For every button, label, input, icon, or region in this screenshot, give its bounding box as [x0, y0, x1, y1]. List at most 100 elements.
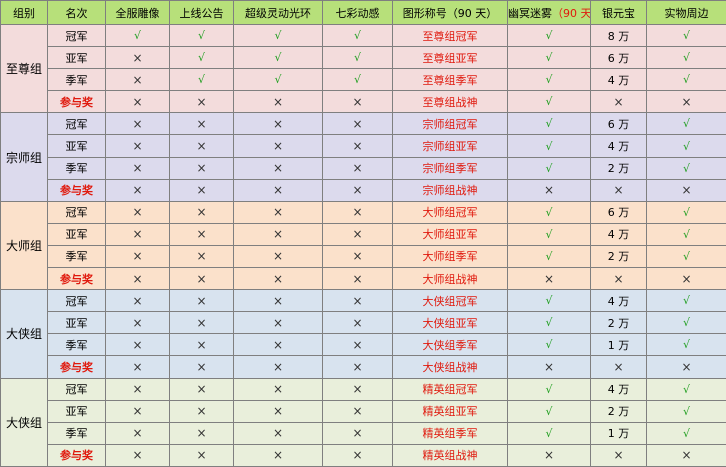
- header-mist: 幽冥迷雾（90 天）: [507, 0, 591, 25]
- rank-cell: 参与奖: [47, 90, 106, 114]
- silver-cell: 4 万: [590, 68, 647, 92]
- title-cell: 大侠组战神: [392, 355, 508, 379]
- aura-cell: ×: [233, 178, 323, 202]
- statue-cell: ×: [105, 68, 170, 92]
- dynamic-cell: ×: [322, 112, 393, 136]
- mist-cell: √: [507, 222, 591, 246]
- silver-cell: 6 万: [590, 200, 647, 224]
- aura-cell: ×: [233, 156, 323, 180]
- header-group: 组别: [0, 0, 48, 25]
- statue-cell: ×: [105, 156, 170, 180]
- silver-cell: 8 万: [590, 23, 647, 48]
- rank-cell: 参与奖: [47, 178, 106, 202]
- gift-cell: √: [646, 289, 726, 313]
- statue-cell: ×: [105, 311, 170, 335]
- announce-cell: ×: [169, 377, 234, 401]
- announce-cell: √: [169, 68, 234, 92]
- table-body: 至尊组 冠军 √ √ √ √ 至尊组冠军 √ 8 万 √ 亚军 × √ √ √ 至尊组亚军 √ 6 万 √ 季军 × √ √…: [0, 23, 726, 467]
- rank-cell: 亚军: [47, 134, 106, 158]
- table-row: 大侠组 冠军 × × × × 大侠组冠军 √ 4 万 √: [0, 289, 726, 379]
- announce-cell: ×: [169, 156, 234, 180]
- rank-cell: 亚军: [47, 399, 106, 423]
- rank-cell: 季军: [47, 68, 106, 92]
- statue-cell: √: [105, 23, 170, 48]
- title-cell: 精英组战神: [392, 443, 508, 467]
- title-cell: 大侠组冠军: [392, 289, 508, 313]
- statue-cell: ×: [105, 289, 170, 313]
- group-label: 大侠组: [0, 289, 48, 379]
- rank-cell: 亚军: [47, 222, 106, 246]
- announce-cell: ×: [169, 222, 234, 246]
- silver-cell: 2 万: [590, 311, 647, 335]
- table-row: 亚军 × × × × 宗师组亚军 √ 4 万 √: [1, 134, 726, 158]
- mist-cell: √: [507, 23, 591, 48]
- dynamic-cell: √: [322, 23, 393, 48]
- aura-cell: ×: [233, 267, 323, 291]
- group-label: 宗师组: [0, 112, 48, 202]
- announce-cell: ×: [169, 112, 234, 136]
- announce-cell: ×: [169, 244, 234, 269]
- statue-cell: ×: [105, 90, 170, 114]
- mist-cell: √: [507, 399, 591, 423]
- title-cell: 大侠组亚军: [392, 311, 508, 335]
- title-cell: 大师组季军: [392, 244, 508, 269]
- dynamic-cell: ×: [322, 90, 393, 114]
- rewards-table: 组别 名次 全服雕像 上线公告 超级灵动光环 七彩动感 图形称号（90 天） 幽…: [0, 0, 726, 467]
- aura-cell: ×: [233, 377, 323, 401]
- mist-cell: √: [507, 377, 591, 401]
- gift-cell: √: [646, 421, 726, 445]
- mist-cell: √: [507, 156, 591, 180]
- announce-cell: ×: [169, 178, 234, 202]
- statue-cell: ×: [105, 112, 170, 136]
- dynamic-cell: ×: [322, 399, 393, 423]
- silver-cell: ×: [590, 90, 647, 114]
- table-row: 参与奖 × × × × 至尊组战神 √ × ×: [1, 90, 726, 114]
- table-header: 组别 名次 全服雕像 上线公告 超级灵动光环 七彩动感 图形称号（90 天） 幽…: [0, 0, 726, 25]
- gift-cell: √: [646, 23, 726, 48]
- silver-cell: ×: [590, 267, 647, 291]
- table-row: 参与奖 × × × × 宗师组战神 × × ×: [1, 178, 726, 202]
- title-cell: 至尊组战神: [392, 90, 508, 114]
- rank-cell: 冠军: [47, 377, 106, 401]
- rank-cell: 冠军: [47, 112, 106, 136]
- dynamic-cell: ×: [322, 377, 393, 401]
- header-mist-label: 幽冥迷雾: [508, 6, 553, 20]
- silver-cell: 2 万: [590, 399, 647, 423]
- announce-cell: ×: [169, 399, 234, 423]
- dynamic-cell: ×: [322, 355, 393, 379]
- gift-cell: √: [646, 200, 726, 224]
- header-announce: 上线公告: [169, 0, 234, 25]
- statue-cell: ×: [105, 399, 170, 423]
- silver-cell: 6 万: [590, 46, 647, 70]
- rank-cell: 亚军: [47, 311, 106, 335]
- rank-cell: 季军: [47, 333, 106, 357]
- table-row: 大师组 冠军 × × × × 大师组冠军 √ 6 万 √: [0, 200, 726, 291]
- aura-cell: ×: [233, 90, 323, 114]
- title-cell: 精英组冠军: [392, 377, 508, 401]
- gift-cell: √: [646, 68, 726, 92]
- gift-cell: √: [646, 156, 726, 180]
- mist-cell: √: [507, 421, 591, 445]
- silver-cell: ×: [590, 443, 647, 467]
- dynamic-cell: ×: [322, 289, 393, 313]
- table-row: 参与奖 × × × × 精英组战神 × × ×: [1, 443, 726, 467]
- header-title: 图形称号（90 天）: [392, 0, 508, 25]
- dynamic-cell: ×: [322, 267, 393, 291]
- header-rank: 名次: [47, 0, 106, 25]
- table-row: 参与奖 × × × × 大侠组战神 × × ×: [1, 355, 726, 379]
- title-cell: 至尊组冠军: [392, 23, 508, 48]
- rank-cell: 冠军: [47, 289, 106, 313]
- aura-cell: ×: [233, 333, 323, 357]
- statue-cell: ×: [105, 244, 170, 269]
- table-row: 季军 × × × × 大师组季军 √ 2 万 √: [1, 244, 726, 269]
- aura-cell: √: [233, 46, 323, 70]
- silver-cell: 4 万: [590, 377, 647, 401]
- title-cell: 宗师组季军: [392, 156, 508, 180]
- announce-cell: ×: [169, 421, 234, 445]
- mist-cell: √: [507, 112, 591, 136]
- silver-cell: 2 万: [590, 156, 647, 180]
- mist-cell: √: [507, 68, 591, 92]
- announce-cell: ×: [169, 443, 234, 467]
- mist-cell: ×: [507, 267, 591, 291]
- title-cell: 至尊组亚军: [392, 46, 508, 70]
